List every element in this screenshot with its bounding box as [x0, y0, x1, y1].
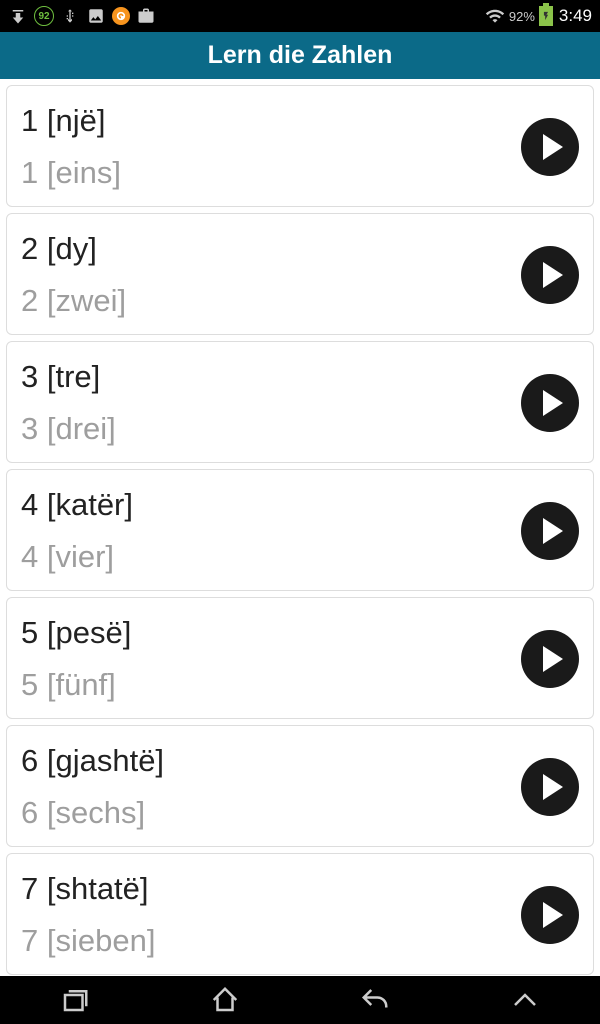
list-item-text: 7 [shtatë] 7 [sieben]: [21, 871, 155, 959]
battery-percent-label: 92%: [509, 9, 535, 24]
primary-label: 7 [shtatë]: [21, 871, 155, 907]
secondary-label: 2 [zwei]: [21, 283, 126, 319]
list-item[interactable]: 6 [gjashtë] 6 [sechs]: [6, 725, 594, 847]
list-item[interactable]: 2 [dy] 2 [zwei]: [6, 213, 594, 335]
list-item-text: 4 [katër] 4 [vier]: [21, 487, 133, 575]
secondary-label: 4 [vier]: [21, 539, 133, 575]
play-icon: [543, 902, 563, 928]
play-icon: [543, 774, 563, 800]
recent-apps-button[interactable]: [53, 978, 97, 1022]
secondary-label: 1 [eins]: [21, 155, 121, 191]
primary-label: 6 [gjashtë]: [21, 743, 164, 779]
list-item[interactable]: 5 [pesë] 5 [fünf]: [6, 597, 594, 719]
play-icon: [543, 646, 563, 672]
play-button[interactable]: [521, 886, 579, 944]
app-header: Lern die Zahlen: [0, 32, 600, 79]
play-button[interactable]: [521, 758, 579, 816]
shop-icon: [136, 6, 156, 26]
picture-icon: [86, 6, 106, 26]
list-item-text: 1 [një] 1 [eins]: [21, 103, 121, 191]
play-button[interactable]: [521, 502, 579, 560]
play-icon: [543, 518, 563, 544]
secondary-label: 6 [sechs]: [21, 795, 164, 831]
usb-icon: [60, 6, 80, 26]
android-nav-bar: [0, 976, 600, 1024]
list-item-text: 2 [dy] 2 [zwei]: [21, 231, 126, 319]
primary-label: 2 [dy]: [21, 231, 126, 267]
list-item[interactable]: 3 [tre] 3 [drei]: [6, 341, 594, 463]
play-button[interactable]: [521, 118, 579, 176]
home-button[interactable]: [203, 978, 247, 1022]
secondary-label: 5 [fünf]: [21, 667, 131, 703]
play-icon: [543, 262, 563, 288]
play-icon: [543, 390, 563, 416]
android-status-bar: 92 92% 3:49: [0, 0, 600, 32]
app-notification-icon: [112, 7, 130, 25]
page-title: Lern die Zahlen: [208, 41, 393, 70]
play-button[interactable]: [521, 630, 579, 688]
secondary-label: 3 [drei]: [21, 411, 116, 447]
battery-icon: [539, 6, 553, 26]
battery-badge-icon: 92: [34, 6, 54, 26]
status-right: 92% 3:49: [485, 6, 592, 26]
download-icon: [8, 6, 28, 26]
status-left-icons: 92: [8, 6, 156, 26]
primary-label: 5 [pesë]: [21, 615, 131, 651]
list-item-text: 5 [pesë] 5 [fünf]: [21, 615, 131, 703]
secondary-label: 7 [sieben]: [21, 923, 155, 959]
list-item[interactable]: 1 [një] 1 [eins]: [6, 85, 594, 207]
wifi-icon: [485, 6, 505, 26]
play-button[interactable]: [521, 246, 579, 304]
list-item[interactable]: 4 [katër] 4 [vier]: [6, 469, 594, 591]
number-list: 1 [një] 1 [eins] 2 [dy] 2 [zwei] 3 [tre]…: [0, 85, 600, 975]
list-item-text: 3 [tre] 3 [drei]: [21, 359, 116, 447]
primary-label: 1 [një]: [21, 103, 121, 139]
clock-label: 3:49: [559, 6, 592, 26]
menu-up-button[interactable]: [503, 978, 547, 1022]
list-item-text: 6 [gjashtë] 6 [sechs]: [21, 743, 164, 831]
play-button[interactable]: [521, 374, 579, 432]
list-item[interactable]: 7 [shtatë] 7 [sieben]: [6, 853, 594, 975]
primary-label: 3 [tre]: [21, 359, 116, 395]
play-icon: [543, 134, 563, 160]
back-button[interactable]: [353, 978, 397, 1022]
primary-label: 4 [katër]: [21, 487, 133, 523]
